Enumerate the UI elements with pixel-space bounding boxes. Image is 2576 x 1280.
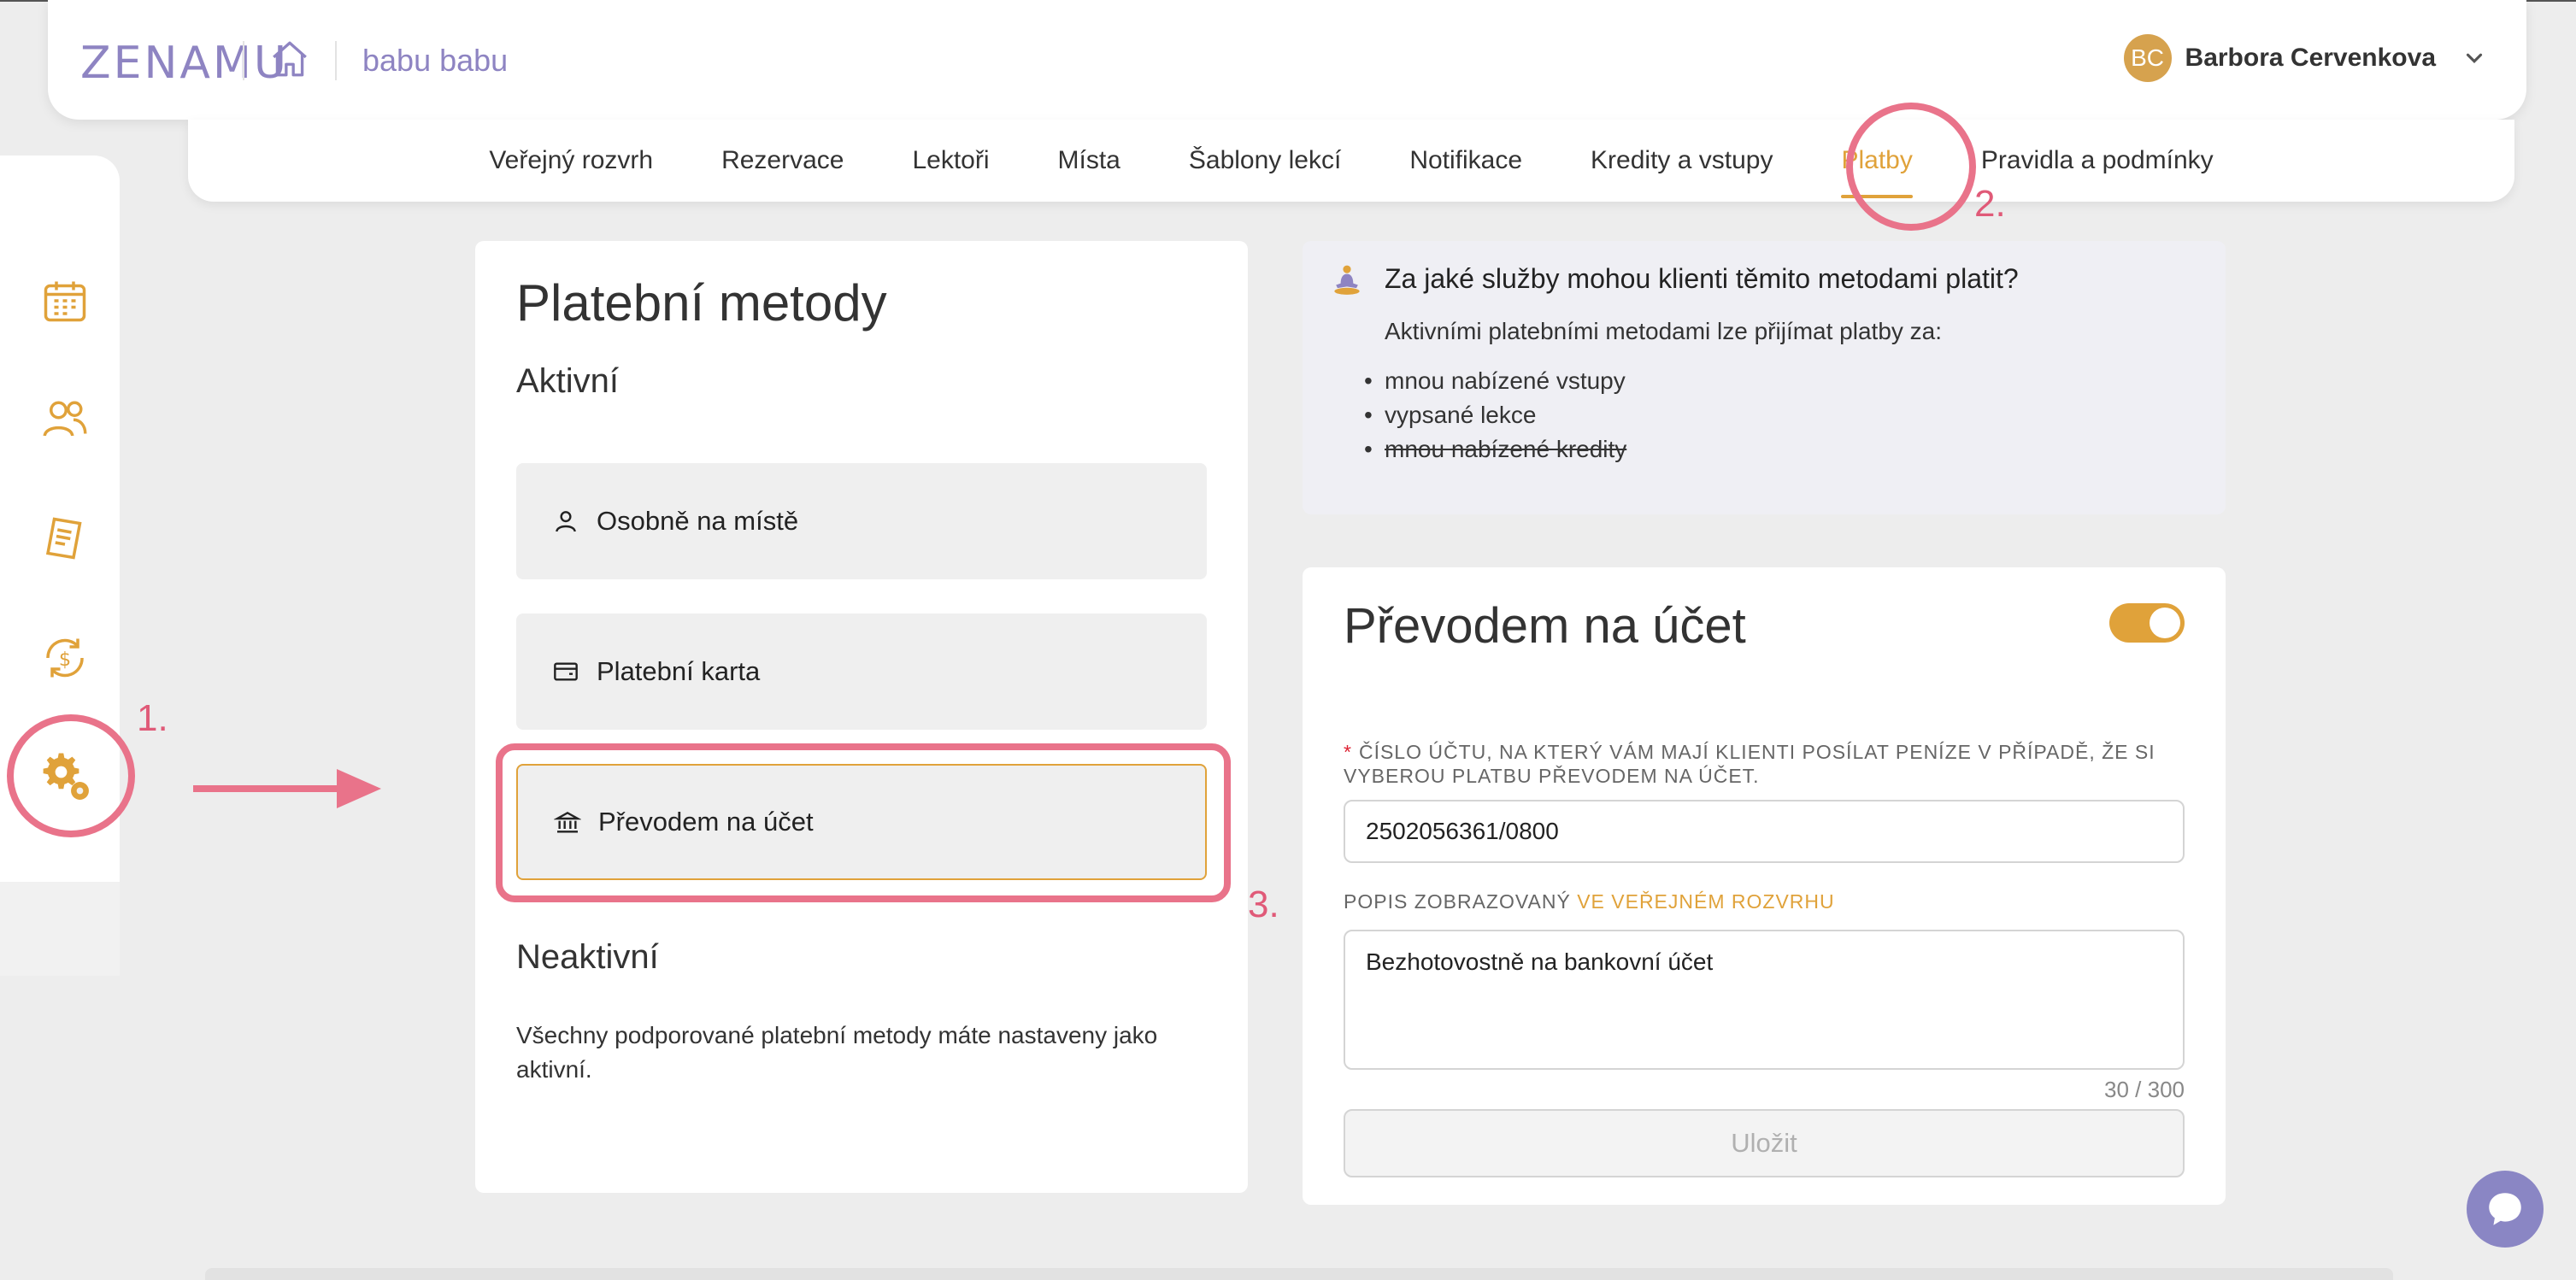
transfer-settings-card: Převodem na účet * ČÍSLO ÚČTU, NA KTERÝ V… (1303, 567, 2226, 1205)
enable-toggle[interactable] (2109, 603, 2185, 643)
avatar: BC (2123, 34, 2172, 82)
account-label-text: ČÍSLO ÚČTU, NA KTERÝ VÁM MAJÍ KLIENTI PO… (1344, 741, 2155, 787)
active-heading: Aktivní (516, 362, 620, 400)
logo[interactable]: ZENAMU (80, 38, 289, 89)
required-marker: * (1344, 741, 1352, 763)
divider (243, 41, 244, 80)
description-label-text: POPIS ZOBRAZOVANÝ (1344, 890, 1571, 913)
inactive-note: Všechny podporované platební metody máte… (516, 1022, 1158, 1083)
annotation-step3: 3. (1248, 884, 1279, 925)
sidebar-active-highlight (0, 882, 120, 976)
annotation-circle-step1 (7, 714, 135, 837)
method-osobne-na-miste[interactable]: Osobně na místě (516, 463, 1207, 579)
form-title: Převodem na účet (1344, 598, 1746, 654)
account-number-field[interactable]: 2502056361/0800 (1344, 800, 2185, 863)
receipt-icon[interactable] (39, 513, 91, 564)
method-label: Platební karta (597, 656, 761, 686)
settings-tabs: Veřejný rozvrh Rezervace Lektoři Místa Š… (188, 120, 2514, 202)
toggle-knob (2150, 608, 2180, 638)
meditation-icon (1334, 265, 1360, 295)
person-icon (556, 511, 576, 532)
list-item: mnou nabízené kredity (1364, 432, 1626, 467)
app-header: ZENAMU babu babu BC Barbora Cervenkova (48, 0, 2526, 120)
tab-sablony-lekci[interactable]: Šablony lekcí (1155, 120, 1375, 202)
info-list: mnou nabízené vstupy vypsané lekce mnou … (1364, 364, 1626, 467)
annotation-arrow (193, 769, 381, 808)
tab-mista[interactable]: Místa (1024, 120, 1155, 202)
info-title: Za jaké služby mohou klienti těmito meto… (1385, 263, 2019, 294)
annotation-step2: 2. (1974, 183, 2006, 225)
annotation-circle-step2 (1846, 103, 1976, 231)
method-label: Osobně na místě (597, 506, 799, 536)
list-item: vypsané lekce (1364, 398, 1626, 432)
home-icon[interactable] (268, 38, 311, 80)
chat-icon (2489, 1193, 2521, 1225)
char-counter: 30 / 300 (2104, 1077, 2185, 1102)
tab-rezervace[interactable]: Rezervace (687, 120, 878, 202)
user-menu[interactable]: BC Barbora Cervenkova (2123, 32, 2487, 84)
info-subtitle: Aktivními platebními metodami lze přijím… (1385, 318, 1943, 344)
payments-icon[interactable]: $ (39, 632, 91, 684)
tab-lektori[interactable]: Lektoři (878, 120, 1023, 202)
info-card: Za jaké služby mohou klienti těmito meto… (1303, 241, 2226, 514)
annotation-step1: 1. (137, 697, 168, 739)
payment-methods-panel: Platební metody Aktivní Osobně na místě … (475, 241, 1248, 1193)
people-icon[interactable] (39, 393, 91, 444)
chat-button[interactable] (2467, 1171, 2544, 1248)
user-name: Barbora Cervenkova (2185, 44, 2436, 72)
inactive-heading: Neaktivní (516, 938, 659, 976)
save-button[interactable]: Uložit (1344, 1109, 2185, 1177)
description-textarea[interactable]: Bezhotovostně na bankovní účet (1344, 930, 2185, 1070)
tab-notifikace[interactable]: Notifikace (1375, 120, 1556, 202)
page-title: Platební metody (516, 274, 887, 332)
public-schedule-link[interactable]: VE VEŘEJNÉM ROZVRHU (1577, 890, 1834, 913)
studio-name[interactable]: babu babu (362, 43, 508, 79)
method-platebni-karta[interactable]: Platební karta (516, 614, 1207, 730)
divider (335, 41, 337, 80)
list-item: mnou nabízené vstupy (1364, 364, 1626, 398)
chevron-down-icon (2466, 53, 2483, 63)
description-label: POPIS ZOBRAZOVANÝ VE VEŘEJNÉM ROZVRHU (1344, 890, 1835, 913)
tab-kredity-a-vstupy[interactable]: Kredity a vstupy (1556, 120, 1807, 202)
svg-text:$: $ (59, 649, 71, 671)
card-icon (554, 662, 578, 681)
tab-verejny-rozvrh[interactable]: Veřejný rozvrh (455, 120, 687, 202)
calendar-icon[interactable] (39, 275, 91, 326)
footer-edge (205, 1268, 2393, 1280)
annotation-box-step3 (496, 743, 1231, 902)
account-label: * ČÍSLO ÚČTU, NA KTERÝ VÁM MAJÍ KLIENTI P… (1344, 740, 2164, 788)
